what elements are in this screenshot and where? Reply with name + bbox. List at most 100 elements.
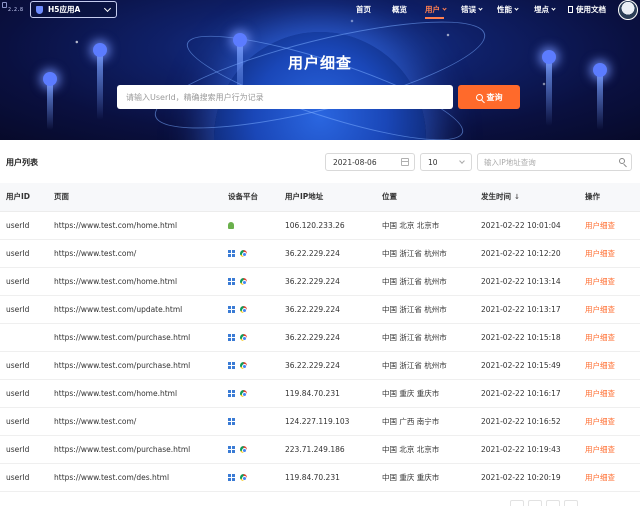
user-detail-link[interactable]: 用户细查 xyxy=(579,239,640,268)
ip-cell: 36.22.229.224 xyxy=(279,295,376,324)
pagination-button[interactable] xyxy=(564,500,578,506)
list-title: 用户列表 xyxy=(6,158,38,167)
time-cell: 2021-02-22 10:15:49 xyxy=(475,351,579,380)
pagination-button[interactable] xyxy=(510,500,524,506)
search-button-label: 查询 xyxy=(486,92,503,102)
column-header-action: 操作 xyxy=(579,183,640,212)
location-cell: 中国 重庆 重庆市 xyxy=(376,463,475,492)
user-id-cell: userId xyxy=(0,463,48,492)
nav-item-home[interactable]: 首页 xyxy=(356,4,371,15)
userid-search-input[interactable]: 请输入UserId，精确搜索用户行为记录 xyxy=(117,85,453,109)
page-url-cell: https://www.test.com/home.html xyxy=(48,267,222,296)
user-detail-link[interactable]: 用户细查 xyxy=(579,407,640,436)
user-detail-link[interactable]: 用户细查 xyxy=(579,295,640,324)
location-cell: 中国 广西 南宁市 xyxy=(376,407,475,436)
document-icon xyxy=(568,6,573,13)
user-table: 用户ID 页面 设备平台 用户IP地址 位置 发生时间 ↓ 操作 userId ht… xyxy=(0,183,640,492)
date-value: 2021-08-06 xyxy=(333,157,377,167)
table-row: userId https://www.test.com/des.html 119.8… xyxy=(0,463,640,492)
user-detail-link[interactable]: 用户细查 xyxy=(579,211,640,240)
search-button[interactable]: 查询 xyxy=(458,85,520,109)
nav-item-errors[interactable]: 错误 xyxy=(461,4,483,15)
location-cell: 中国 浙江省 杭州市 xyxy=(376,323,475,352)
sort-desc-icon[interactable]: ↓ xyxy=(514,193,520,201)
table-row: userId https://www.test.com/update.html 36… xyxy=(0,295,640,324)
time-cell: 2021-02-22 10:12:20 xyxy=(475,239,579,268)
page-size-select[interactable]: 10 xyxy=(420,153,472,171)
chrome-icon xyxy=(240,445,247,453)
page-url-cell: https://www.test.com/purchase.html xyxy=(48,323,222,352)
nav-docs-link[interactable]: 使用文档 xyxy=(568,4,606,15)
page-url-cell: https://www.test.com/des.html xyxy=(48,463,222,492)
location-cell: 中国 浙江省 杭州市 xyxy=(376,267,475,296)
user-id-cell: userId xyxy=(0,407,48,436)
location-cell: 中国 浙江省 杭州市 xyxy=(376,351,475,380)
user-id-cell: userId xyxy=(0,351,48,380)
time-cell: 2021-02-22 10:19:43 xyxy=(475,435,579,464)
ip-cell: 119.84.70.231 xyxy=(279,379,376,408)
nav-item-users[interactable]: 用户 xyxy=(425,4,447,19)
table-header-row: 用户ID 页面 设备平台 用户IP地址 位置 发生时间 ↓ 操作 xyxy=(0,183,640,212)
chrome-icon xyxy=(240,305,247,313)
platform-cell xyxy=(222,407,279,436)
shield-icon xyxy=(36,5,43,14)
app-selector[interactable]: H5应用A xyxy=(30,1,117,18)
light-pillar xyxy=(47,80,53,130)
pagination-button[interactable] xyxy=(528,500,542,506)
page-size-value: 10 xyxy=(428,157,438,167)
hero-banner: 2.2.8 H5应用A 首页 概览 用户 错误 性能 埋点 使用文档 用户细查 … xyxy=(0,0,640,140)
page-url-cell: https://www.test.com/home.html xyxy=(48,379,222,408)
page-url-cell: https://www.test.com/purchase.html xyxy=(48,435,222,464)
platform-cell xyxy=(222,211,279,240)
time-cell: 2021-02-22 10:01:04 xyxy=(475,211,579,240)
table-row: userId https://www.test.com/124.227.119.1… xyxy=(0,407,640,436)
page-url-cell: https://www.test.com/ xyxy=(48,239,222,268)
user-detail-link[interactable]: 用户细查 xyxy=(579,351,640,380)
user-detail-link[interactable]: 用户细查 xyxy=(579,323,640,352)
ip-cell: 106.120.233.26 xyxy=(279,211,376,240)
chrome-icon xyxy=(240,249,247,257)
chevron-down-icon xyxy=(551,6,556,11)
column-header-platform: 设备平台 xyxy=(222,183,279,212)
app-logo[interactable]: 2.2.8 xyxy=(2,2,28,16)
page-url-cell: https://www.test.com/ xyxy=(48,407,222,436)
table-row: https://www.test.com/purchase.html 36.22.… xyxy=(0,323,640,352)
table-row: userId https://www.test.com/home.html 119.… xyxy=(0,379,640,408)
page-url-cell: https://www.test.com/home.html xyxy=(48,211,222,240)
chevron-down-icon xyxy=(459,158,465,164)
chevron-down-icon xyxy=(478,6,483,11)
light-pillar xyxy=(597,70,603,130)
chrome-icon xyxy=(240,473,247,481)
location-cell: 中国 重庆 重庆市 xyxy=(376,379,475,408)
search-icon[interactable] xyxy=(619,158,625,164)
chevron-down-icon xyxy=(103,4,112,13)
nav-item-performance[interactable]: 性能 xyxy=(497,4,519,15)
user-detail-link[interactable]: 用户细查 xyxy=(579,435,640,464)
user-id-cell: userId xyxy=(0,379,48,408)
user-detail-link[interactable]: 用户细查 xyxy=(579,379,640,408)
ip-search-input[interactable]: 输入IP地址查询 xyxy=(477,153,632,171)
user-id-cell: userId xyxy=(0,267,48,296)
ip-cell: 36.22.229.224 xyxy=(279,323,376,352)
page-title: 用户细查 xyxy=(287,54,352,72)
chrome-icon xyxy=(240,361,247,369)
column-header-ip: 用户IP地址 xyxy=(279,183,376,212)
nav-item-overview[interactable]: 概览 xyxy=(392,4,407,15)
user-avatar[interactable] xyxy=(618,0,638,20)
windows-icon xyxy=(228,333,235,341)
ip-cell: 36.22.229.224 xyxy=(279,351,376,380)
location-cell: 中国 北京 北京市 xyxy=(376,211,475,240)
user-detail-link[interactable]: 用户细查 xyxy=(579,267,640,296)
broken-image-icon xyxy=(2,2,7,8)
date-picker[interactable]: 2021-08-06 xyxy=(325,153,415,171)
column-header-userid: 用户ID xyxy=(0,183,48,212)
nav-item-tracking[interactable]: 埋点 xyxy=(534,4,556,15)
pagination-button[interactable] xyxy=(546,500,560,506)
table-row: userId https://www.test.com/purchase.html… xyxy=(0,351,640,380)
column-header-time[interactable]: 发生时间 ↓ xyxy=(475,183,579,212)
windows-icon xyxy=(228,361,235,369)
table-row: userId https://www.test.com/home.html 106.… xyxy=(0,211,640,240)
user-detail-link[interactable]: 用户细查 xyxy=(579,463,640,492)
android-icon xyxy=(228,221,234,229)
time-cell: 2021-02-22 10:13:14 xyxy=(475,267,579,296)
